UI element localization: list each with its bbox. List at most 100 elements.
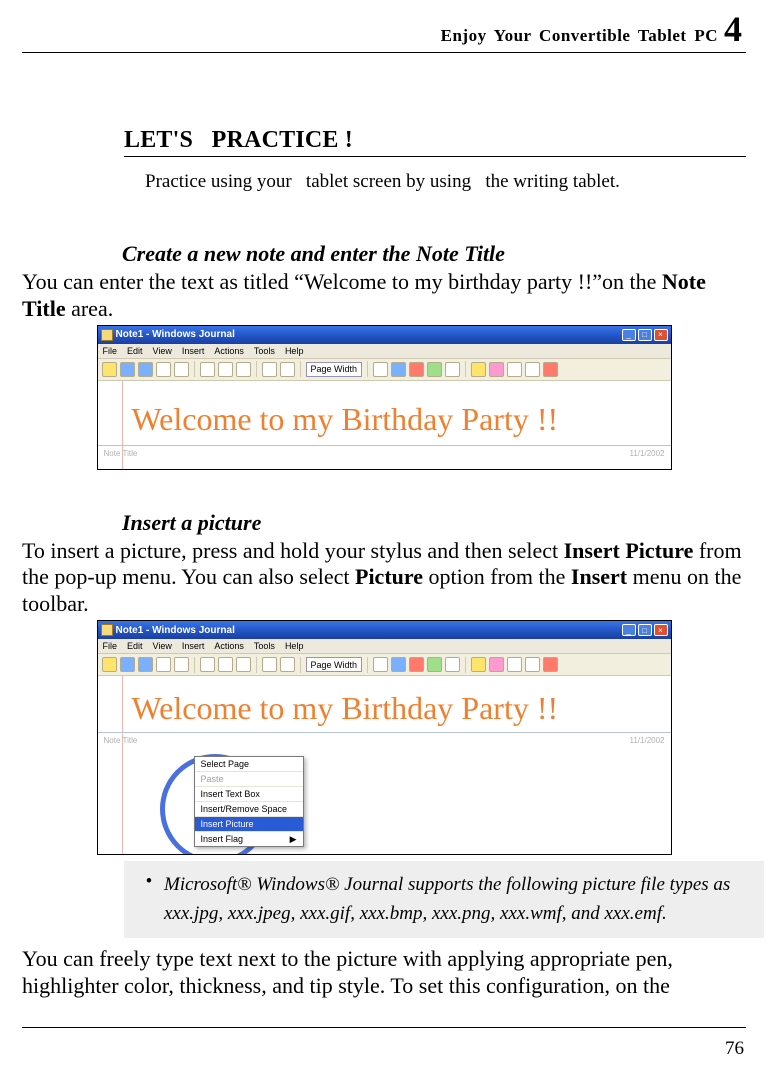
window-titlebar: Note1 - Windows Journal _ □ × <box>98 326 671 344</box>
figure-journal-note-title: Note1 - Windows Journal _ □ × File Edit … <box>97 325 672 470</box>
menu-insert[interactable]: Insert <box>182 346 205 356</box>
flag-icon[interactable] <box>543 362 558 377</box>
app-icon <box>101 329 113 341</box>
menu-item-insert-textbox[interactable]: Insert Text Box <box>195 787 303 802</box>
menu-item-select-page[interactable]: Select Page <box>195 757 303 772</box>
footer-rule <box>22 1027 746 1028</box>
menu-view[interactable]: View <box>153 346 172 356</box>
search-icon[interactable] <box>174 657 189 672</box>
window-title: Note1 - Windows Journal <box>116 329 235 340</box>
eraser-icon[interactable] <box>489 362 504 377</box>
pen-black-icon[interactable] <box>373 362 388 377</box>
paste-icon[interactable] <box>236 657 251 672</box>
subheading-create-note: Create a new note and enter the Note Tit… <box>122 241 746 267</box>
search-icon[interactable] <box>174 362 189 377</box>
para-closing: You can freely type text next to the pic… <box>22 946 746 1000</box>
eraser-icon[interactable] <box>489 657 504 672</box>
redo-icon[interactable] <box>280 657 295 672</box>
highlighter-icon[interactable] <box>471 362 486 377</box>
space-icon[interactable] <box>525 362 540 377</box>
close-button[interactable]: × <box>654 624 668 636</box>
menu-actions[interactable]: Actions <box>214 346 244 356</box>
section-heading-lets-practice: LET'S PRACTICE ! <box>124 127 746 157</box>
menu-actions[interactable]: Actions <box>214 641 244 651</box>
select-icon[interactable] <box>507 657 522 672</box>
select-icon[interactable] <box>507 362 522 377</box>
maximize-button[interactable]: □ <box>638 624 652 636</box>
minimize-button[interactable]: _ <box>622 329 636 341</box>
open-icon[interactable] <box>120 657 135 672</box>
copy-icon[interactable] <box>218 362 233 377</box>
note-callout: • Microsoft® Windows® Journal supports t… <box>124 861 764 938</box>
menu-file[interactable]: File <box>103 346 118 356</box>
undo-icon[interactable] <box>262 657 277 672</box>
paste-icon[interactable] <box>236 362 251 377</box>
menu-item-insert-remove-space[interactable]: Insert/Remove Space <box>195 802 303 817</box>
menu-tools[interactable]: Tools <box>254 346 275 356</box>
window-title: Note1 - Windows Journal <box>116 625 235 636</box>
maximize-button[interactable]: □ <box>638 329 652 341</box>
figure-journal-insert-picture: Note1 - Windows Journal _ □ × File Edit … <box>97 620 672 855</box>
running-header: Enjoy Your Convertible Tablet PC 4 <box>22 8 746 50</box>
pen-more-icon[interactable] <box>445 657 460 672</box>
cut-icon[interactable] <box>200 362 215 377</box>
flag-icon[interactable] <box>543 657 558 672</box>
menu-bar: File Edit View Insert Actions Tools Help <box>98 344 671 359</box>
menu-help[interactable]: Help <box>285 641 304 651</box>
minimize-button[interactable]: _ <box>622 624 636 636</box>
handwritten-title: Welcome to my Birthday Party !! <box>132 690 559 727</box>
space-icon[interactable] <box>525 657 540 672</box>
menu-item-insert-flag[interactable]: Insert Flag ▶ <box>195 832 303 846</box>
zoom-pagewidth[interactable]: Page Width <box>306 657 363 672</box>
cut-icon[interactable] <box>200 657 215 672</box>
highlighter-icon[interactable] <box>471 657 486 672</box>
toolbar: Page Width <box>98 654 671 676</box>
save-icon[interactable] <box>138 362 153 377</box>
note-title-label: Note Title <box>104 449 138 458</box>
menu-view[interactable]: View <box>153 641 172 651</box>
bullet-icon: • <box>134 871 164 928</box>
close-button[interactable]: × <box>654 329 668 341</box>
pen-black-icon[interactable] <box>373 657 388 672</box>
context-menu: Select Page Paste Insert Text Box Insert… <box>194 756 304 847</box>
menu-edit[interactable]: Edit <box>127 641 143 651</box>
pen-more-icon[interactable] <box>445 362 460 377</box>
menu-edit[interactable]: Edit <box>127 346 143 356</box>
pen-green-icon[interactable] <box>427 362 442 377</box>
menu-help[interactable]: Help <box>285 346 304 356</box>
menu-file[interactable]: File <box>103 641 118 651</box>
para-create-note: You can enter the text as titled “Welcom… <box>22 269 746 323</box>
running-title: Enjoy Your Convertible Tablet PC <box>441 26 718 46</box>
note-canvas[interactable]: Note Title 11/1/2002 Welcome to my Birth… <box>98 381 671 469</box>
pen-green-icon[interactable] <box>427 657 442 672</box>
zoom-pagewidth[interactable]: Page Width <box>306 362 363 377</box>
subheading-insert-picture: Insert a picture <box>122 510 746 536</box>
pen-blue-icon[interactable] <box>391 657 406 672</box>
app-icon <box>101 624 113 636</box>
copy-icon[interactable] <box>218 657 233 672</box>
print-icon[interactable] <box>156 362 171 377</box>
chapter-number: 4 <box>724 8 742 50</box>
menu-item-paste: Paste <box>195 772 303 787</box>
menu-insert[interactable]: Insert <box>182 641 205 651</box>
redo-icon[interactable] <box>280 362 295 377</box>
window-titlebar: Note1 - Windows Journal _ □ × <box>98 621 671 639</box>
menu-tools[interactable]: Tools <box>254 641 275 651</box>
pen-red-icon[interactable] <box>409 362 424 377</box>
new-note-icon[interactable] <box>102 657 117 672</box>
pen-blue-icon[interactable] <box>391 362 406 377</box>
menu-item-insert-picture[interactable]: Insert Picture <box>195 817 303 832</box>
note-canvas[interactable]: Note Title 11/1/2002 Welcome to my Birth… <box>98 676 671 854</box>
note-title-label: Note Title <box>104 736 138 745</box>
submenu-arrow-icon: ▶ <box>290 834 297 845</box>
page-number: 76 <box>725 1038 744 1060</box>
new-note-icon[interactable] <box>102 362 117 377</box>
title-rule <box>98 445 671 446</box>
save-icon[interactable] <box>138 657 153 672</box>
print-icon[interactable] <box>156 657 171 672</box>
undo-icon[interactable] <box>262 362 277 377</box>
pen-red-icon[interactable] <box>409 657 424 672</box>
open-icon[interactable] <box>120 362 135 377</box>
menu-bar: File Edit View Insert Actions Tools Help <box>98 639 671 654</box>
para-insert-picture: To insert a picture, press and hold your… <box>22 538 746 618</box>
